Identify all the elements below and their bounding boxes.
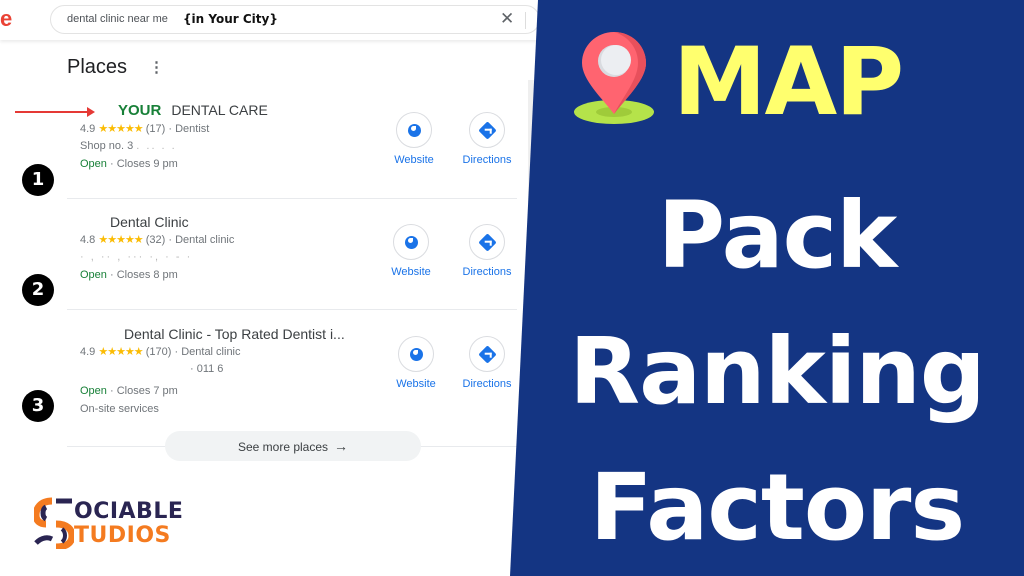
- review-count: (170): [145, 346, 172, 358]
- website-button[interactable]: Website: [381, 224, 441, 278]
- place-name[interactable]: Dental Clinic - Top Rated Dentist i...: [80, 326, 520, 342]
- closing-time: · Closes 7 pm: [109, 385, 178, 397]
- directions-icon: [478, 345, 497, 364]
- place-hours: Open · Closes 9 pm: [80, 158, 520, 171]
- place-name-text: DENTAL CARE: [171, 102, 268, 118]
- directions-label: Directions: [462, 266, 512, 278]
- rating-value: 4.8: [80, 234, 96, 246]
- close-icon[interactable]: ✕: [500, 9, 514, 29]
- directions-button[interactable]: Directions: [457, 224, 517, 278]
- address-text: Shop no. 3: [80, 140, 134, 152]
- directions-icon: [478, 233, 497, 252]
- review-count: (32): [145, 234, 166, 246]
- directions-button[interactable]: Directions: [457, 336, 517, 390]
- place-rating-row: 4.9 ★★★★★ (170) · Dental clinic: [80, 345, 520, 358]
- search-query-text: dental clinic near me: [67, 13, 168, 25]
- website-label: Website: [391, 266, 431, 278]
- place-listing-2[interactable]: Dental Clinic 4.8 ★★★★★ (32) · Dental cl…: [80, 214, 520, 282]
- open-status: Open: [80, 385, 107, 397]
- place-listing-3[interactable]: Dental Clinic - Top Rated Dentist i... 4…: [80, 326, 520, 416]
- search-logo[interactable]: e: [0, 6, 12, 32]
- map-pin-icon: [574, 32, 654, 124]
- website-button[interactable]: Website: [386, 336, 446, 390]
- address-redacted: · , ·· , ··· ·, · - ·: [80, 251, 193, 263]
- place-listing-1[interactable]: YOUR DENTAL CARE 4.9 ★★★★★ (17) · Dentist…: [80, 102, 520, 171]
- place-rating-row: 4.8 ★★★★★ (32) · Dental clinic: [80, 233, 520, 246]
- search-input[interactable]: dental clinic near me {in Your City} ✕: [50, 5, 540, 34]
- website-label: Website: [396, 378, 436, 390]
- place-address: · 011 6: [80, 363, 520, 376]
- more-vert-icon[interactable]: ⋮: [149, 58, 164, 76]
- places-heading: Places: [67, 56, 128, 78]
- listing-divider: [67, 309, 517, 310]
- search-results-screenshot: e dental clinic near me {in Your City} ✕…: [0, 0, 540, 576]
- place-services: On-site services: [80, 403, 159, 415]
- see-more-places-button[interactable]: See more places →: [165, 431, 421, 461]
- globe-icon: [408, 124, 421, 137]
- open-status: Open: [80, 269, 107, 281]
- rank-badge-1: 1: [22, 164, 54, 196]
- search-header: e dental clinic near me {in Your City} ✕: [0, 0, 540, 40]
- rank-badge-3: 3: [22, 390, 54, 422]
- globe-icon: [410, 348, 423, 361]
- see-more-label: See more places: [237, 440, 329, 454]
- star-icon: ★★★★★: [98, 234, 143, 246]
- website-button[interactable]: Website: [384, 112, 444, 166]
- open-status: Open: [80, 158, 107, 170]
- place-hours: Open · Closes 7 pm: [80, 385, 520, 398]
- logo-text-bottom: TUDIOS: [74, 523, 171, 548]
- headline-pack: Pack: [657, 182, 898, 289]
- place-category: · Dental clinic: [168, 234, 235, 246]
- headline-map: MAP: [673, 28, 904, 137]
- star-icon: ★★★★★: [98, 346, 143, 358]
- closing-time: · Closes 9 pm: [109, 158, 178, 170]
- place-name-highlight: YOUR: [118, 102, 162, 119]
- directions-label: Directions: [462, 378, 512, 390]
- logo-text-top: OCIABLE: [74, 499, 184, 524]
- place-category: · Dentist: [168, 123, 210, 135]
- address-text: · 011 6: [190, 363, 224, 375]
- rating-value: 4.9: [80, 123, 96, 135]
- globe-icon: [405, 236, 418, 249]
- directions-label: Directions: [462, 154, 512, 166]
- rating-value: 4.9: [80, 346, 96, 358]
- place-name[interactable]: YOUR DENTAL CARE: [80, 102, 520, 119]
- review-count: (17): [145, 123, 166, 135]
- website-label: Website: [394, 154, 434, 166]
- directions-icon: [478, 121, 497, 140]
- place-category: · Dental clinic: [174, 346, 241, 358]
- place-name[interactable]: Dental Clinic: [80, 214, 520, 230]
- place-rating-row: 4.9 ★★★★★ (17) · Dentist: [80, 122, 520, 135]
- place-address: · , ·· , ··· ·, · - ·: [80, 251, 520, 264]
- arrow-right-icon: →: [334, 438, 349, 454]
- star-icon: ★★★★★: [98, 123, 143, 135]
- address-redacted: . .. . .: [136, 140, 177, 152]
- place-hours: Open · Closes 8 pm: [80, 269, 520, 282]
- place-address: Shop no. 3 . .. . .: [80, 140, 520, 153]
- directions-button[interactable]: Directions: [457, 112, 517, 166]
- closing-time: · Closes 8 pm: [109, 269, 178, 281]
- headline-factors: Factors: [589, 454, 965, 561]
- s-logo-mark-icon: [34, 497, 74, 549]
- sociable-studios-logo: OCIABLE TUDIOS: [34, 497, 214, 549]
- search-query-city: {in Your City}: [183, 12, 278, 26]
- headline-ranking: Ranking: [569, 318, 986, 425]
- listing-divider: [67, 198, 517, 199]
- search-divider: [525, 12, 526, 29]
- rank-badge-2: 2: [22, 274, 54, 306]
